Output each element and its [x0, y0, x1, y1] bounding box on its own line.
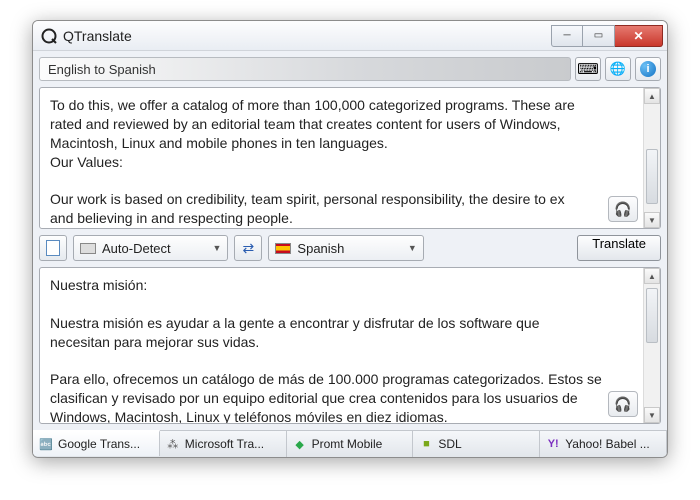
source-pane: To do this, we offer a catalog of more t…	[39, 87, 661, 229]
speak-target-button[interactable]	[608, 391, 638, 417]
translate-button[interactable]: Translate	[577, 235, 661, 261]
virtual-keyboard-button[interactable]	[575, 57, 601, 81]
source-textarea[interactable]: To do this, we offer a catalog of more t…	[40, 88, 643, 228]
target-pane: Nuestra misión: Nuestra misión es ayudar…	[39, 267, 661, 424]
minimize-button[interactable]: ─	[551, 25, 583, 47]
promt-icon: ◆	[293, 437, 307, 451]
tab-label: SDL	[438, 437, 461, 451]
clear-button[interactable]	[39, 235, 67, 261]
language-bar: English to Spanish i	[39, 57, 661, 81]
flag-spain-icon	[275, 243, 291, 254]
app-icon	[41, 28, 57, 44]
control-bar: Auto-Detect ▼ Spanish ▼ Translate	[39, 235, 661, 261]
google-translate-icon: 🔤	[39, 437, 53, 451]
flag-none-icon	[80, 243, 96, 254]
service-tabstrip: 🔤 Google Trans... ⁂ Microsoft Tra... ◆ P…	[33, 430, 667, 457]
speak-source-button[interactable]	[608, 196, 638, 222]
scroll-down-icon[interactable]: ▼	[644, 407, 660, 423]
sdl-icon: ■	[419, 437, 433, 451]
tab-label: Yahoo! Babel ...	[565, 437, 650, 451]
document-icon	[46, 240, 60, 256]
source-language-value: Auto-Detect	[102, 241, 171, 256]
source-scrollbar[interactable]: ▲ ▼	[643, 88, 660, 228]
language-direction-label: English to Spanish	[39, 57, 571, 81]
microsoft-translator-icon: ⁂	[166, 437, 180, 451]
tab-label: Microsoft Tra...	[185, 437, 264, 451]
scroll-up-icon[interactable]: ▲	[644, 268, 660, 284]
source-language-combo[interactable]: Auto-Detect ▼	[73, 235, 228, 261]
target-scrollbar[interactable]: ▲ ▼	[643, 268, 660, 423]
tab-yahoo-babel[interactable]: Y! Yahoo! Babel ...	[540, 431, 667, 457]
app-window: QTranslate ─ ▭ ✕ English to Spanish i To…	[32, 20, 668, 458]
scroll-thumb[interactable]	[646, 149, 658, 204]
info-button[interactable]: i	[635, 57, 661, 81]
chevron-down-icon: ▼	[408, 243, 417, 253]
target-textarea[interactable]: Nuestra misión: Nuestra misión es ayudar…	[40, 268, 643, 423]
scroll-down-icon[interactable]: ▼	[644, 212, 660, 228]
yahoo-icon: Y!	[546, 437, 560, 451]
target-language-value: Spanish	[297, 241, 344, 256]
client-area: English to Spanish i To do this, we offe…	[33, 51, 667, 430]
chevron-down-icon: ▼	[213, 243, 222, 253]
tab-label: Promt Mobile	[312, 437, 383, 451]
title-bar[interactable]: QTranslate ─ ▭ ✕	[33, 21, 667, 51]
window-title: QTranslate	[63, 28, 551, 44]
tab-label: Google Trans...	[58, 437, 140, 451]
maximize-button[interactable]: ▭	[583, 25, 615, 47]
dictionary-button[interactable]	[605, 57, 631, 81]
scroll-thumb[interactable]	[646, 288, 658, 343]
tab-microsoft-translator[interactable]: ⁂ Microsoft Tra...	[160, 431, 287, 457]
close-button[interactable]: ✕	[615, 25, 663, 47]
tab-google-translate[interactable]: 🔤 Google Trans...	[33, 430, 160, 456]
tab-promt-mobile[interactable]: ◆ Promt Mobile	[287, 431, 414, 457]
scroll-up-icon[interactable]: ▲	[644, 88, 660, 104]
info-icon: i	[640, 61, 656, 77]
target-language-combo[interactable]: Spanish ▼	[268, 235, 423, 261]
swap-languages-button[interactable]	[234, 235, 262, 261]
tab-sdl[interactable]: ■ SDL	[413, 431, 540, 457]
